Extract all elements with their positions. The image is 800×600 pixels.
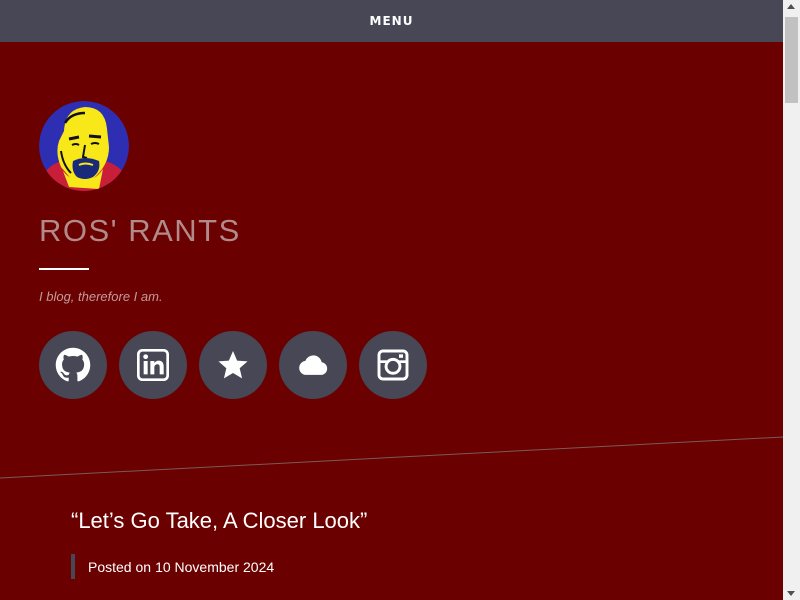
page: MENU ROS' RANTS I blog, therefore I am. [0, 0, 800, 600]
site-title[interactable]: ROS' RANTS [39, 211, 241, 251]
social-link-github[interactable] [39, 331, 107, 399]
social-link-linkedin[interactable] [119, 331, 187, 399]
post-meta: Posted on 10 November 2024 [71, 554, 274, 579]
scroll-up-arrow-icon[interactable] [787, 4, 795, 9]
instagram-icon [377, 349, 409, 381]
scroll-down-arrow-icon[interactable] [787, 591, 795, 596]
section-divider-line [0, 436, 783, 479]
linkedin-icon [137, 349, 169, 381]
cloud-icon [299, 355, 328, 375]
content-area: MENU ROS' RANTS I blog, therefore I am. [0, 0, 783, 600]
github-icon [55, 347, 91, 382]
menu-toggle-button[interactable]: MENU [370, 14, 414, 28]
posted-on-label: Posted on [88, 558, 152, 575]
social-links [39, 331, 427, 399]
top-menu-bar: MENU [0, 0, 783, 42]
scrollbar-thumb[interactable] [785, 17, 798, 103]
post-title-link[interactable]: “Let’s Go Take, A Closer Look” [71, 508, 367, 534]
title-divider [39, 268, 89, 270]
site-tagline: I blog, therefore I am. [39, 289, 163, 304]
social-link-instagram[interactable] [359, 331, 427, 399]
vertical-scrollbar[interactable] [783, 0, 800, 600]
social-link-star[interactable] [199, 331, 267, 399]
post-date-link[interactable]: 10 November 2024 [155, 559, 274, 575]
star-icon [218, 351, 248, 379]
face-portrait-icon [39, 101, 129, 191]
social-link-cloud[interactable] [279, 331, 347, 399]
site-avatar[interactable] [39, 101, 129, 191]
